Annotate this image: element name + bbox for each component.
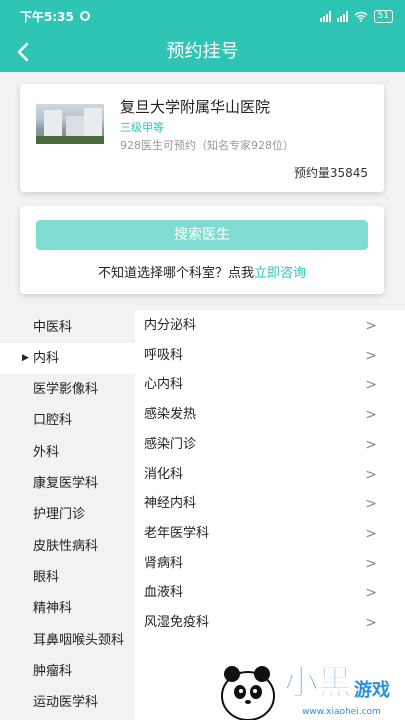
chevron-right-icon: > [365,348,377,364]
signal-icon [336,10,348,22]
notification-icon [79,11,90,21]
subdepartment-item[interactable]: 血液科 > [135,578,405,608]
department-item[interactable]: 精神科 [0,593,135,624]
department-item[interactable]: 口腔科 [0,405,135,436]
selected-triangle-icon: ▶ [22,353,29,363]
hospital-grade: 三级甲等 [120,121,164,134]
chevron-right-icon: > [365,496,377,512]
chevron-right-icon: > [365,526,377,542]
battery-icon: 51 [373,9,393,23]
subdepartment-item[interactable]: 感染发热 > [135,400,405,430]
chevron-right-icon: > [365,407,377,423]
search-card: 搜索医生 不知道选择哪个科室？点我立即咨询 [20,206,384,294]
department-item[interactable]: 皮肤性病科 [0,531,135,562]
appointment-count: 预约量35845 [293,166,368,180]
department-item[interactable]: 眼科 [0,562,135,593]
svg-text:小黑: 小黑 [284,663,352,703]
chevron-right-icon: > [365,556,377,572]
chevron-right-icon: > [365,615,377,631]
subdepartment-item[interactable]: 感染门诊 > [135,430,405,460]
signal-icon [319,10,331,22]
hospital-name: 复旦大学附属华山医院 [120,98,271,116]
chevron-right-icon: > [365,467,377,483]
subdepartment-item[interactable]: 神经内科 > [135,489,405,519]
department-item[interactable]: 康复医学科 [0,468,135,499]
chevron-right-icon: > [365,318,377,334]
department-item[interactable]: 耳鼻咽喉头颈科 [0,625,135,656]
chevron-right-icon: > [365,585,377,601]
department-item[interactable]: 中医科 [0,312,135,343]
subdepartment-item[interactable]: 肾病科 > [135,549,405,579]
department-item-selected[interactable]: ▶ 内科 [0,343,135,374]
status-time: 下午5:35 [20,9,74,24]
subdepartment-item[interactable]: 风湿免疫科 > [135,608,405,638]
chevron-right-icon: > [365,377,377,393]
subdepartment-item[interactable]: 呼吸科 > [135,341,405,371]
consult-prompt-text: 不知道选择哪个科室？点我 [97,266,254,281]
page-title: 预约挂号 [166,41,239,62]
department-item[interactable]: 外科 [0,437,135,468]
department-item[interactable]: 医学影像科 [0,374,135,405]
consult-now-link[interactable]: 立即咨询 [254,266,306,281]
consult-prompt: 不知道选择哪个科室？点我立即咨询 [20,262,384,281]
subdepartment-item[interactable]: 消化科 > [135,460,405,490]
chevron-right-icon: > [365,437,377,453]
hospital-doctors-count: 928医生可预约（知名专家928位） [120,139,294,152]
hospital-card[interactable]: 复旦大学附属华山医院 三级甲等 928医生可预约（知名专家928位） 预约量35… [20,84,384,192]
department-item[interactable]: 护理门诊 [0,499,135,530]
status-icons: 51 [319,9,393,23]
hospital-image [36,104,104,144]
wifi-icon [354,11,367,22]
department-item[interactable]: 运动医学科 [0,687,135,718]
search-doctor-button[interactable]: 搜索医生 [36,220,368,250]
department-list: 中医科 ▶ 内科 医学影像科 口腔科 外科 康复医学科 护理门诊 皮肤性病科 眼科… [0,310,135,720]
svg-text:游戏: 游戏 [354,679,390,701]
department-item[interactable]: 肿瘤科 [0,656,135,687]
app-header: 预约挂号 [0,32,405,72]
watermark-url: www.xiaohei.com [302,707,381,717]
subdepartment-item[interactable]: 老年医学科 > [135,519,405,549]
status-bar: 下午5:35 51 [0,0,405,32]
subdepartment-item[interactable]: 内分泌科 > [135,311,405,341]
watermark-logo: 小黑 游戏 www.xiaohei.com [221,663,390,720]
subdepartment-item[interactable]: 心内科 > [135,370,405,400]
